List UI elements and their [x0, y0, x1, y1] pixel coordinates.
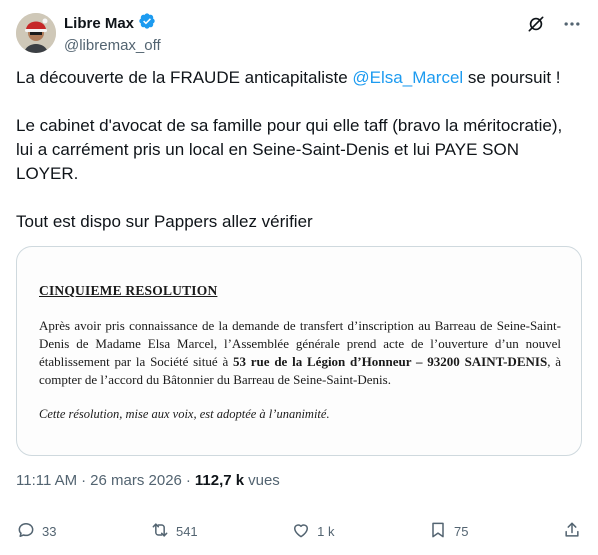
- repost-count: 541: [175, 524, 198, 539]
- document-scan: CINQUIEME RESOLUTION Après avoir pris co…: [17, 247, 581, 422]
- tweet-text-segment: La découverte de la FRAUDE anticapitalis…: [16, 68, 353, 87]
- author-handle[interactable]: @libremax_off: [64, 36, 161, 56]
- repost-button[interactable]: 541: [150, 520, 198, 543]
- views-count: 112,7 k: [194, 472, 245, 489]
- tweet-paragraph-1: La découverte de la FRAUDE anticapitalis…: [16, 66, 582, 90]
- tweet-paragraph-2: Le cabinet d'avocat de sa famille pour q…: [16, 116, 563, 183]
- tweet-paragraph-3: Tout est dispo sur Pappers allez vérifie…: [16, 212, 313, 231]
- document-vote: Cette résolution, mise aux voix, est ado…: [39, 407, 330, 421]
- share-icon: [562, 520, 582, 543]
- tweet-text: La découverte de la FRAUDE anticapitalis…: [16, 66, 582, 234]
- top-actions: [526, 14, 582, 34]
- bookmark-icon: [428, 520, 448, 543]
- bookmark-count: 75: [454, 524, 469, 539]
- meta-separator: ·: [81, 472, 87, 489]
- author-name[interactable]: Libre Max: [64, 14, 134, 34]
- meta-separator: ·: [185, 472, 191, 489]
- tweet-date[interactable]: 26 mars 2026: [90, 472, 182, 489]
- mention-link[interactable]: @Elsa_Marcel: [352, 68, 463, 87]
- tweet-meta: 11:11 AM · 26 mars 2026 · 112,7 k vues: [16, 472, 280, 489]
- share-button[interactable]: [562, 520, 582, 543]
- grok-icon[interactable]: [526, 14, 546, 34]
- tweet-text-segment: se poursuit !: [463, 68, 561, 87]
- document-body: Après avoir pris connaissance de la dema…: [39, 317, 561, 389]
- document-address: 53 rue de la Légion d’Honneur – 93200 SA…: [233, 354, 548, 369]
- views-label: vues: [248, 472, 280, 489]
- action-bar: 33 541 1 k 75: [16, 520, 582, 543]
- attached-image[interactable]: CINQUIEME RESOLUTION Après avoir pris co…: [16, 246, 582, 456]
- like-count: 1 k: [317, 524, 335, 539]
- like-button[interactable]: 1 k: [291, 520, 335, 543]
- tweet-time[interactable]: 11:11 AM: [16, 472, 77, 489]
- document-title: CINQUIEME RESOLUTION: [39, 283, 218, 298]
- reply-count: 33: [42, 524, 57, 539]
- bookmark-button[interactable]: 75: [428, 520, 468, 543]
- reply-icon: [16, 520, 36, 543]
- repost-icon: [150, 520, 170, 543]
- avatar[interactable]: [16, 13, 56, 53]
- more-options-icon[interactable]: [562, 14, 582, 34]
- reply-button[interactable]: 33: [16, 520, 56, 543]
- heart-icon: [291, 520, 311, 543]
- verified-badge-icon: [138, 12, 156, 35]
- author-block: Libre Max @libremax_off: [64, 12, 161, 56]
